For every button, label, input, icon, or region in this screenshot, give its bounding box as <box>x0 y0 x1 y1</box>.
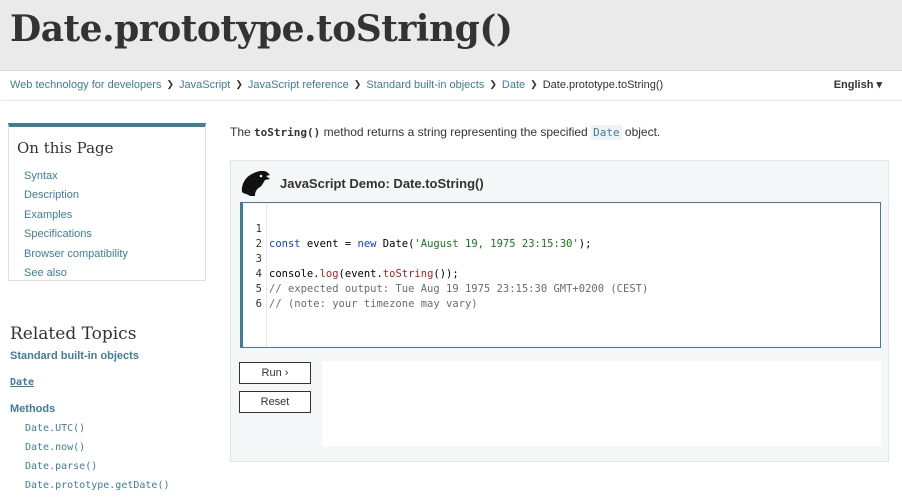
chevron-right-icon: ❯ <box>530 79 538 89</box>
on-this-page-box: On this Page Syntax Description Examples… <box>8 123 206 281</box>
code-content: const event = new Date('August 19, 1975 … <box>269 237 591 252</box>
code-text: event = <box>300 238 358 250</box>
code-line: 3 console.log(event.toString()); <box>243 237 459 280</box>
toc-item: Syntax <box>24 170 128 189</box>
toc-link-specifications[interactable]: Specifications <box>24 228 92 240</box>
related-method-link[interactable]: Date.UTC() <box>25 423 85 434</box>
intro-text: object. <box>621 125 661 139</box>
chevron-right-icon: ❯ <box>235 79 243 89</box>
breadcrumb-bar: Web technology for developers ❯ JavaScript… <box>0 71 902 101</box>
related-section-link[interactable]: Standard built-in objects <box>10 350 139 362</box>
related-method-link[interactable]: Date.prototype.getDate() <box>25 480 170 491</box>
toc-item: Examples <box>24 209 128 228</box>
code-line: 2 <box>243 222 281 250</box>
language-selector[interactable]: English ▾ <box>834 78 882 91</box>
console-output <box>322 361 881 446</box>
code-text: Date( <box>376 238 415 250</box>
related-method-link[interactable]: Date.parse() <box>25 461 97 472</box>
related-topics-header: Related Topics <box>10 324 136 344</box>
breadcrumb-item[interactable]: Date <box>502 79 525 91</box>
related-method-link[interactable]: Date.now() <box>25 442 85 453</box>
breadcrumb-item[interactable]: JavaScript <box>179 79 230 91</box>
dinosaur-head-icon <box>241 170 270 196</box>
toc-link-syntax[interactable]: Syntax <box>24 170 58 182</box>
code-keyword: new <box>357 238 377 250</box>
page-header: Date.prototype.toString() <box>0 0 902 71</box>
toc-link-browser-compatibility[interactable]: Browser compatibility <box>24 248 128 260</box>
interactive-demo: JavaScript Demo: Date.toString() 1 const… <box>230 160 889 462</box>
breadcrumb-current: Date.prototype.toString() <box>542 79 664 91</box>
toc-item: Browser compatibility <box>24 248 128 267</box>
code-text: ()); <box>433 268 459 280</box>
code-text: ); <box>578 238 592 250</box>
toc-link-examples[interactable]: Examples <box>24 209 72 221</box>
chevron-right-icon: ❯ <box>489 79 497 89</box>
toc-item: Description <box>24 189 128 208</box>
breadcrumb-item[interactable]: Standard built-in objects <box>366 79 484 91</box>
code-editor[interactable]: 1 const event = new Date('August 19, 197… <box>240 202 881 348</box>
breadcrumb: Web technology for developers ❯ JavaScript… <box>10 79 663 91</box>
code-content: console.log(event.toString()); <box>269 267 459 282</box>
code-comment: // expected output: Tue Aug 19 1975 23:1… <box>269 283 649 295</box>
demo-title: JavaScript Demo: Date.toString() <box>280 176 484 191</box>
code-function: toString <box>382 268 434 280</box>
related-object-link[interactable]: Date <box>10 377 34 388</box>
toc-item: Specifications <box>24 228 128 247</box>
line-number: 6 <box>255 298 262 310</box>
toc-link-description[interactable]: Description <box>24 189 79 201</box>
toc-link-see-also[interactable]: See also <box>24 267 67 279</box>
related-topics-title: Related Topics <box>10 324 137 344</box>
toc-list: Syntax Description Examples Specificatio… <box>24 170 128 286</box>
breadcrumb-item[interactable]: Web technology for developers <box>10 79 161 91</box>
code-line: 5 // (note: your timezone may vary) <box>243 267 478 310</box>
code-line: 1 const event = new Date('August 19, 197… <box>243 207 592 250</box>
breadcrumb-item[interactable]: JavaScript reference <box>248 79 349 91</box>
object-name-code: Date <box>591 125 622 140</box>
code-line: 4 // expected output: Tue Aug 19 1975 23… <box>243 252 649 295</box>
code-string: 'August 19, 1975 23:15:30' <box>414 238 579 250</box>
chevron-right-icon: ❯ <box>353 79 362 89</box>
method-name-code: toString() <box>254 126 321 139</box>
intro-paragraph: The toString() method returns a string r… <box>230 125 661 140</box>
intro-text: method returns a string representing the… <box>320 125 592 139</box>
toc-item: See also <box>24 267 128 286</box>
reset-button[interactable]: Reset <box>239 391 311 413</box>
run-button[interactable]: Run › <box>239 362 311 384</box>
related-methods-label: Methods <box>10 403 56 415</box>
chevron-right-icon: ❯ <box>166 79 174 89</box>
code-line: 6 <box>243 282 281 310</box>
page-title: Date.prototype.toString() <box>10 8 513 50</box>
code-function: log <box>319 268 339 280</box>
code-text: (event. <box>338 268 383 280</box>
toc-title: On this Page <box>17 139 114 157</box>
intro-text: The <box>230 125 255 139</box>
code-comment: // (note: your timezone may vary) <box>269 298 478 310</box>
